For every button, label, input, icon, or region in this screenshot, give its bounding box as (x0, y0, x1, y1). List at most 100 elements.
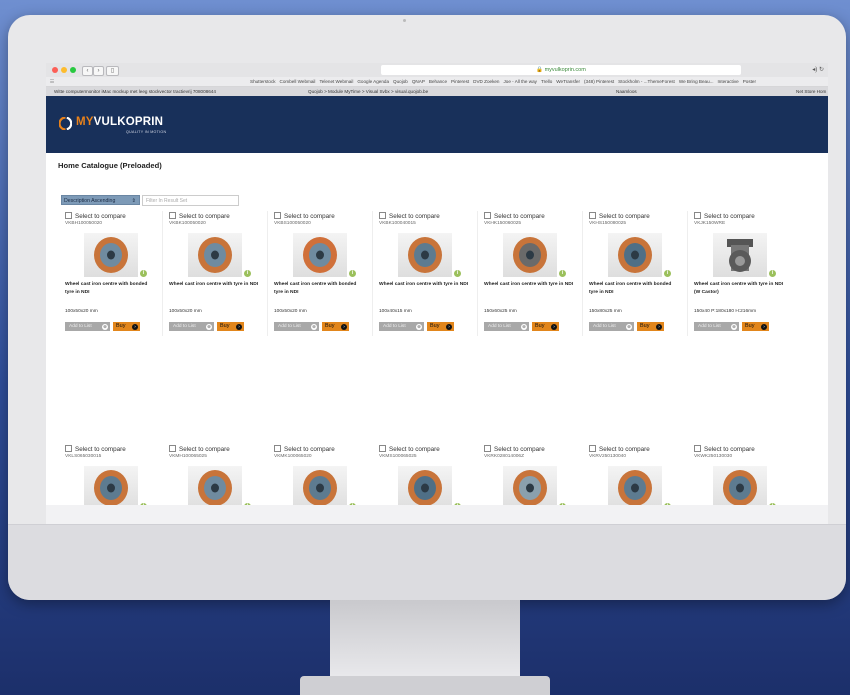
checkbox-icon[interactable] (694, 212, 701, 219)
add-to-list-button[interactable]: Add to List ⊕ (484, 322, 529, 331)
product-name[interactable]: Wheel cast iron centre with tyre in NDI (169, 281, 261, 289)
add-to-list-button[interactable]: Add to List ⊕ (169, 322, 214, 331)
product-name[interactable]: Wheel cast iron centre with tyre in NDI … (694, 281, 786, 297)
buy-button[interactable]: Buy › (637, 322, 664, 331)
close-icon[interactable] (52, 67, 58, 73)
filter-input[interactable] (142, 195, 239, 206)
favorite-link[interactable]: Telenet Webmail (319, 79, 353, 84)
buy-button[interactable]: Buy › (217, 322, 244, 331)
info-icon[interactable]: i (769, 270, 776, 277)
grid-icon[interactable]: ☷ (50, 79, 54, 84)
vulkoprin-logo-icon[interactable] (59, 117, 72, 130)
checkbox-icon[interactable] (169, 212, 176, 219)
favorite-link[interactable]: WeTransfer (556, 79, 580, 84)
product-image[interactable] (293, 466, 347, 510)
favorite-link[interactable]: Stockholm - ...ThemeForest (618, 79, 675, 84)
compare-checkbox[interactable]: Select to compare (484, 212, 545, 220)
buy-button[interactable]: Buy › (742, 322, 769, 331)
logo-text[interactable]: MYVULKOPRIN (76, 116, 163, 128)
favorite-link[interactable]: Google Agenda (357, 79, 389, 84)
product-image[interactable] (398, 466, 452, 510)
tab-1[interactable]: Witte computermonitor iMac mockup met le… (54, 87, 284, 96)
favorite-link[interactable]: We Bring Beau... (679, 79, 714, 84)
favorite-link[interactable]: (348) Pinterest (584, 79, 614, 84)
product-name[interactable]: Wheel cast iron centre with bonded tyre … (274, 281, 366, 297)
product-image[interactable] (608, 233, 662, 277)
add-to-list-button[interactable]: Add to List ⊕ (379, 322, 424, 331)
buy-button[interactable]: Buy › (322, 322, 349, 331)
checkbox-icon[interactable] (169, 445, 176, 452)
product-name[interactable]: Wheel cast iron centre with tyre in NDI (379, 281, 471, 289)
add-to-list-button[interactable]: Add to List ⊕ (694, 322, 739, 331)
favorite-link[interactable]: Trello (541, 79, 552, 84)
checkbox-icon[interactable] (274, 445, 281, 452)
checkbox-icon[interactable] (274, 212, 281, 219)
checkbox-icon[interactable] (65, 212, 72, 219)
checkbox-icon[interactable] (589, 212, 596, 219)
checkbox-icon[interactable] (484, 445, 491, 452)
product-image[interactable] (608, 466, 662, 510)
compare-checkbox[interactable]: Select to compare (694, 445, 755, 453)
tab-3[interactable]: Naamloos (616, 87, 676, 96)
favorite-link[interactable]: Joe - All the way (503, 79, 536, 84)
favorite-link[interactable]: Interactive (718, 79, 739, 84)
compare-checkbox[interactable]: Select to compare (589, 212, 650, 220)
product-image[interactable] (84, 466, 138, 510)
add-to-list-button[interactable]: Add to List ⊕ (65, 322, 110, 331)
product-image[interactable] (84, 233, 138, 277)
add-to-list-button[interactable]: Add to List ⊕ (589, 322, 634, 331)
compare-checkbox[interactable]: Select to compare (589, 445, 650, 453)
product-image[interactable] (503, 233, 557, 277)
favorite-link[interactable]: Quojob (393, 79, 408, 84)
info-icon[interactable]: i (664, 270, 671, 277)
checkbox-icon[interactable] (694, 445, 701, 452)
checkbox-icon[interactable] (65, 445, 72, 452)
minimize-icon[interactable] (61, 67, 67, 73)
forward-icon[interactable]: › (93, 66, 104, 76)
favorite-link[interactable]: Shutterstock (250, 79, 276, 84)
checkbox-icon[interactable] (484, 212, 491, 219)
product-name[interactable]: Wheel cast iron centre with bonded tyre … (589, 281, 681, 297)
compare-checkbox[interactable]: Select to compare (169, 445, 230, 453)
url-bar[interactable]: 🔒 myvulkoprin.com (381, 65, 741, 75)
compare-checkbox[interactable]: Select to compare (379, 445, 440, 453)
product-image[interactable] (398, 233, 452, 277)
favorite-link[interactable]: Combell Webmail (280, 79, 316, 84)
product-image[interactable] (188, 466, 242, 510)
product-image[interactable] (713, 466, 767, 510)
sort-select[interactable]: Description Ascending ⇕ (61, 195, 140, 205)
favorite-link[interactable]: QNAP (412, 79, 425, 84)
tab-4[interactable]: Net Store Hom (796, 87, 828, 96)
info-icon[interactable]: i (559, 270, 566, 277)
product-name[interactable]: Wheel cast iron centre with bonded tyre … (65, 281, 157, 297)
buy-button[interactable]: Buy › (113, 322, 140, 331)
product-image[interactable] (503, 466, 557, 510)
checkbox-icon[interactable] (379, 212, 386, 219)
buy-button[interactable]: Buy › (532, 322, 559, 331)
sidebar-icon[interactable]: ▯ (106, 66, 119, 76)
product-image[interactable] (188, 233, 242, 277)
compare-checkbox[interactable]: Select to compare (484, 445, 545, 453)
product-name[interactable]: Wheel cast iron centre with tyre in NDI (484, 281, 576, 289)
product-image[interactable] (713, 233, 767, 277)
info-icon[interactable]: i (454, 270, 461, 277)
checkbox-icon[interactable] (379, 445, 386, 452)
info-icon[interactable]: i (140, 270, 147, 277)
compare-checkbox[interactable]: Select to compare (65, 212, 126, 220)
checkbox-icon[interactable] (589, 445, 596, 452)
compare-checkbox[interactable]: Select to compare (274, 445, 335, 453)
compare-checkbox[interactable]: Select to compare (274, 212, 335, 220)
reload-icon[interactable]: ◂) ↻ (812, 66, 824, 73)
buy-button[interactable]: Buy › (427, 322, 454, 331)
compare-checkbox[interactable]: Select to compare (379, 212, 440, 220)
favorite-link[interactable]: Poster (743, 79, 756, 84)
info-icon[interactable]: i (349, 270, 356, 277)
compare-checkbox[interactable]: Select to compare (169, 212, 230, 220)
compare-checkbox[interactable]: Select to compare (694, 212, 755, 220)
info-icon[interactable]: i (244, 270, 251, 277)
maximize-icon[interactable] (70, 67, 76, 73)
add-to-list-button[interactable]: Add to List ⊕ (274, 322, 319, 331)
tab-2[interactable]: Quojob > Module MyTime > Visual Svbx > v… (308, 87, 508, 96)
product-image[interactable] (293, 233, 347, 277)
compare-checkbox[interactable]: Select to compare (65, 445, 126, 453)
